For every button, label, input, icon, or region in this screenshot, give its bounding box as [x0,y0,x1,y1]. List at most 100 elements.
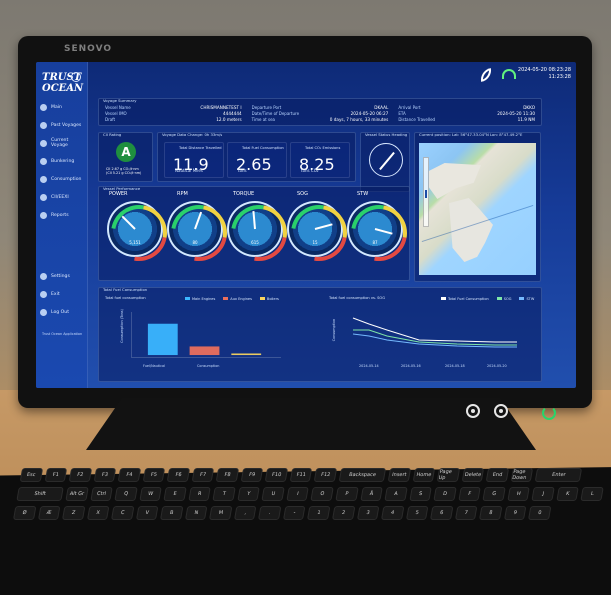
keyboard-key[interactable]: W [139,487,163,501]
keyboard-key[interactable]: P [335,487,359,501]
sidebar-item-main[interactable]: Main [40,98,84,116]
legend-item: Boilers [259,297,279,301]
sidebar-item-bunkering[interactable]: Bunkering [40,152,84,170]
keyboard-key[interactable]: Enter [535,468,583,482]
gauge-label: SOG [297,191,308,197]
keyboard-key[interactable]: 3 [356,506,380,520]
keyboard-key[interactable]: F [458,487,482,501]
map-view[interactable] [419,143,536,275]
keyboard-key[interactable]: B [160,506,184,520]
keyboard-key[interactable]: 5 [405,506,429,520]
summary-column-left: Vessel Name CHRISMANNETEST I Vessel IMO 44… [105,104,242,123]
keyboard-key[interactable]: Home [412,468,436,482]
keyboard-key[interactable]: Page Down [510,468,534,482]
keyboard-key[interactable]: T [212,487,236,501]
keyboard-key[interactable]: , [233,506,257,520]
keyboard-key[interactable]: . [258,506,282,520]
keyboard-key[interactable]: V [135,506,159,520]
keyboard-key[interactable]: Page Up [436,468,460,482]
keyboard-key[interactable]: F3 [93,468,117,482]
keyboard-key[interactable]: 7 [454,506,478,520]
keyboard-key[interactable]: Insert [387,468,411,482]
keyboard-key[interactable]: 1 [307,506,331,520]
keyboard-key[interactable]: 8 [479,506,503,520]
keyboard-key[interactable]: S [408,487,432,501]
keyboard-key[interactable]: Delete [461,468,485,482]
keyboard-key[interactable]: X [86,506,110,520]
metric-unit: Nautical Miles [175,168,203,173]
keyboard-key[interactable]: 9 [503,506,527,520]
map-title: Current position: Lat: 56°47.33.04°N Lon… [419,132,523,137]
keyboard-key[interactable]: Shift [16,487,64,501]
keyboard-key[interactable]: F2 [68,468,92,482]
keyboard-key[interactable]: R [188,487,212,501]
keyboard-key[interactable]: 0 [528,506,552,520]
keyboard-key[interactable]: Ctrl [89,487,113,501]
sidebar-item-exit[interactable]: Exit [40,285,84,303]
gear-icon[interactable] [466,404,480,418]
keyboard-key[interactable]: F6 [166,468,190,482]
keyboard-key[interactable]: E [163,487,187,501]
keyboard-key[interactable]: A [384,487,408,501]
sidebar-item-consumption[interactable]: Consumption [40,170,84,188]
keyboard-key[interactable]: Æ [37,506,61,520]
keyboard-key[interactable]: Ø [12,506,36,520]
sidebar-item-current-voyage[interactable]: Current Voyage [40,134,84,152]
keyboard-key[interactable]: K [556,487,580,501]
voyage-metrics-title: Voyage Data Change: 0h 33m/s [162,132,223,137]
keyboard-key[interactable]: End [485,468,509,482]
keyboard-key[interactable]: U [261,487,285,501]
keyboard-key[interactable]: F8 [215,468,239,482]
keyboard-key[interactable]: F5 [142,468,166,482]
metric-title: Total Fuel Consumption [242,146,284,150]
heading-needle [379,151,395,171]
power-icon[interactable] [542,406,556,420]
map-zoom-slider[interactable] [423,157,429,227]
fuel-bar-chart: Total fuel consumption Main Engines Aux … [105,296,311,372]
map-panel[interactable]: Current position: Lat: 56°47.33.04°N Lon… [414,132,541,282]
keyboard-key[interactable]: G [482,487,506,501]
summary-label: Arrival Port [398,105,421,110]
keyboard-key[interactable]: Alt Gr [65,487,89,501]
keyboard-key[interactable]: F11 [289,468,313,482]
keyboard-key[interactable]: Q [114,487,138,501]
gauge-value: 615 [251,240,259,245]
keyboard-key[interactable]: 4 [381,506,405,520]
sidebar-item-log-out[interactable]: Log Out [40,303,84,321]
keyboard-key[interactable]: F10 [265,468,289,482]
keyboard-key[interactable]: Y [237,487,261,501]
gear-icon[interactable] [494,404,508,418]
summary-label: Date/Time of Departure [251,111,300,116]
keyboard-key[interactable]: Å [359,487,383,501]
keyboard-key[interactable]: D [433,487,457,501]
keyboard-key[interactable]: L [580,487,604,501]
keyboard-key[interactable]: - [282,506,306,520]
keyboard-key[interactable]: 6 [430,506,454,520]
keyboard-key[interactable]: C [111,506,135,520]
keyboard-key[interactable]: N [184,506,208,520]
rpm-gauge [167,201,223,257]
sidebar-item-past-voyages[interactable]: Past Voyages [40,116,84,134]
keyboard-key[interactable]: F7 [191,468,215,482]
keyboard-key[interactable]: M [209,506,233,520]
keyboard-key[interactable]: Backspace [338,468,387,482]
keyboard-key[interactable]: F1 [44,468,68,482]
keyboard-key[interactable]: F12 [314,468,338,482]
keyboard-key[interactable]: O [310,487,334,501]
keyboard-key[interactable]: J [531,487,555,501]
summary-label: Draft [105,117,116,122]
sidebar-item-settings[interactable]: Settings [40,267,84,285]
keyboard-key[interactable]: 2 [332,506,356,520]
keyboard-key[interactable]: Esc [19,468,43,482]
keyboard-key[interactable]: H [507,487,531,501]
sidebar-nav: Main Past Voyages Current Voyage Bunkeri… [40,98,84,224]
sidebar-item-reports[interactable]: Reports [40,206,84,224]
keyboard-key[interactable]: I [286,487,310,501]
keyboard-key[interactable]: F9 [240,468,264,482]
keyboard-key[interactable]: Z [62,506,86,520]
keyboard-key[interactable]: F4 [117,468,141,482]
timestamp: 2024-05-20 08:23:28 11:23:28 [518,67,571,81]
right-chart-title: Total fuel consumption vs. SOG [329,296,386,300]
sidebar-item-cii-eexi[interactable]: CII/EEXI [40,188,84,206]
legend: Total Fuel Consumption SOG STW [441,297,534,301]
